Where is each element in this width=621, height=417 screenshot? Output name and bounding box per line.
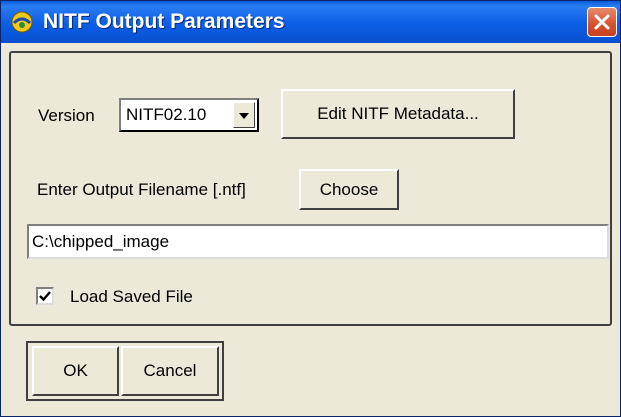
output-filename-label: Enter Output Filename [.ntf] (37, 180, 246, 199)
dropdown-arrow[interactable] (233, 102, 255, 128)
load-saved-checkbox[interactable] (36, 287, 54, 305)
close-icon (594, 14, 610, 30)
output-filename-input[interactable] (27, 224, 609, 259)
version-select[interactable]: NITF02.10 (119, 98, 259, 132)
cancel-button[interactable]: Cancel (121, 346, 219, 396)
version-label: Version (38, 106, 95, 125)
title-bar[interactable]: NITF Output Parameters (1, 1, 620, 43)
load-saved-label: Load Saved File (70, 287, 193, 306)
close-button[interactable] (587, 7, 617, 37)
version-value: NITF02.10 (126, 105, 207, 124)
app-icon (11, 11, 33, 33)
choose-button[interactable]: Choose (299, 169, 399, 210)
window-title: NITF Output Parameters (43, 10, 285, 33)
edit-metadata-button[interactable]: Edit NITF Metadata... (281, 89, 515, 139)
dialog-window: NITF Output Parameters Version NITF02.10… (0, 0, 621, 417)
ok-button[interactable]: OK (32, 346, 119, 396)
checkmark-icon (39, 291, 51, 302)
chevron-down-icon (239, 113, 249, 119)
